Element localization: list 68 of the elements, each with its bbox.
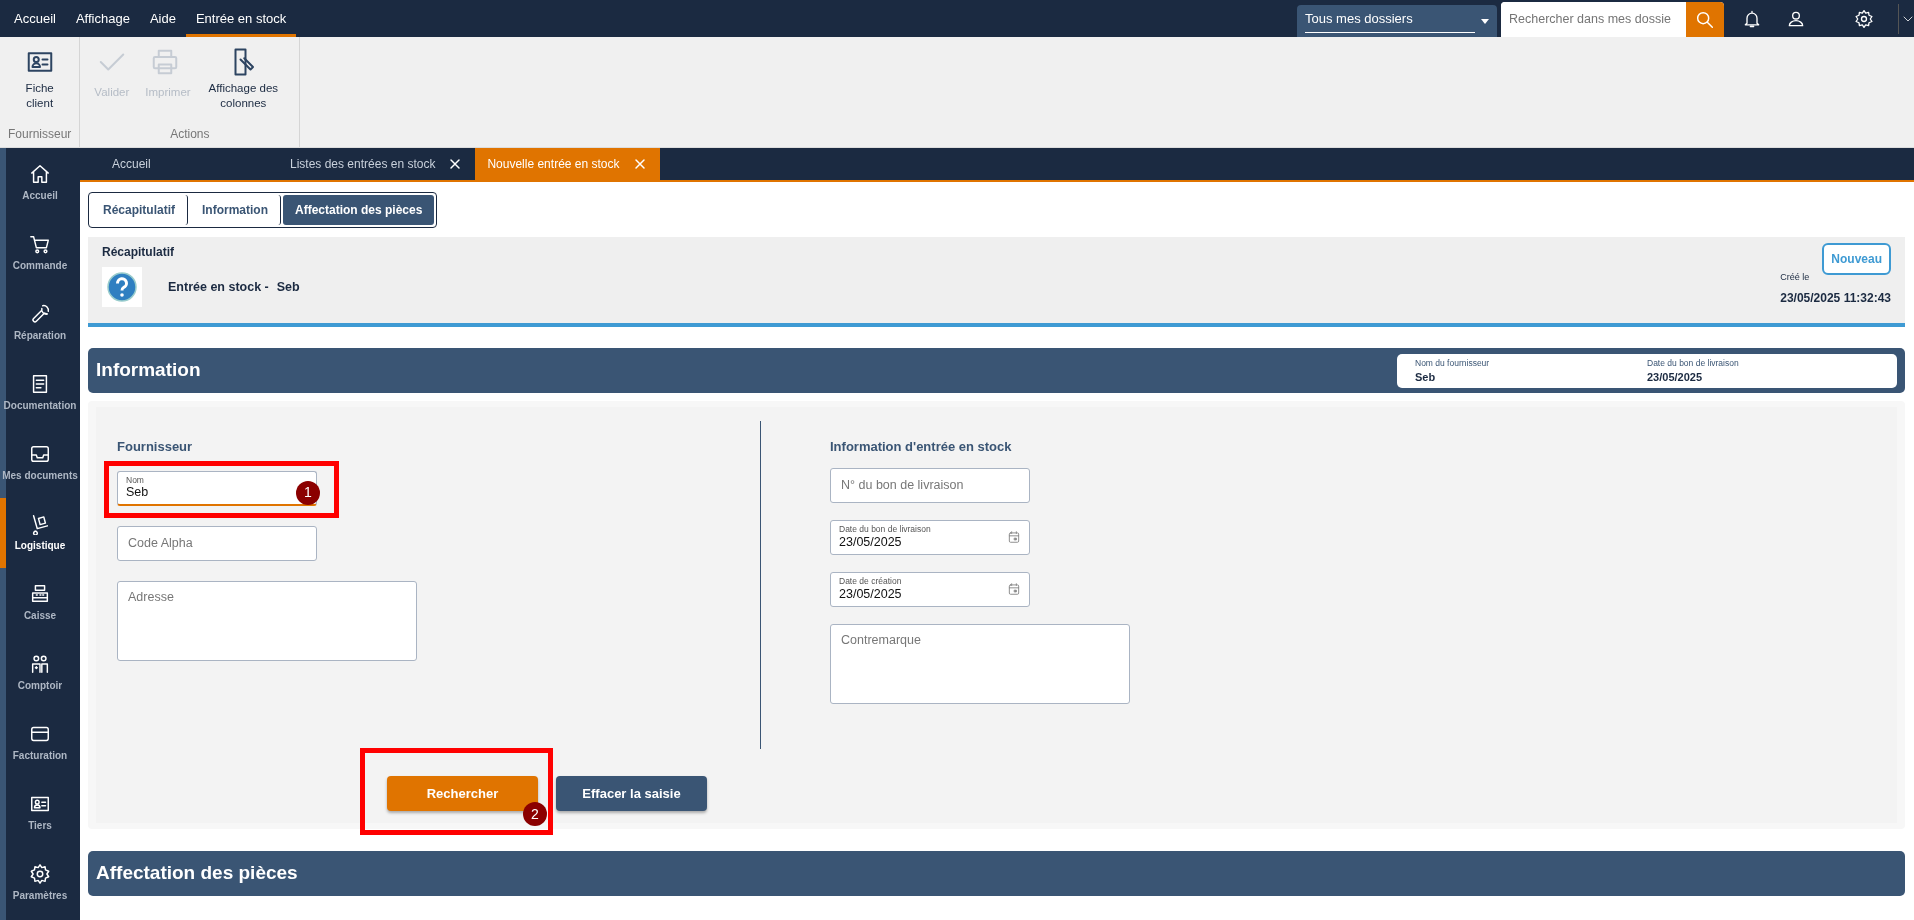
bell-icon xyxy=(1742,8,1762,29)
sidebar-item[interactable]: Réparation xyxy=(0,288,80,358)
sidebar-item[interactable]: Commande xyxy=(0,218,80,288)
menu-item[interactable]: Accueil xyxy=(4,0,66,37)
search-box[interactable]: Rechercher dans mes dossie xyxy=(1501,2,1724,37)
sidebar-item[interactable]: Accueil xyxy=(0,148,80,218)
text-area[interactable]: Adresse xyxy=(117,580,417,661)
notification-button[interactable] xyxy=(1742,8,1762,29)
step-badge: 2 xyxy=(523,802,547,826)
entry-name: Seb xyxy=(276,278,300,296)
group-label: Actions xyxy=(170,126,210,143)
calendar-icon xyxy=(1007,530,1021,544)
value-input[interactable]: 23/05/2025 xyxy=(839,586,959,601)
section-tab[interactable]: Affectation des pièces xyxy=(283,195,435,225)
calendar-icon xyxy=(1007,582,1021,596)
column-title: Fournisseur xyxy=(117,438,194,456)
input-field[interactable]: N° du bon de livraison xyxy=(830,467,1030,503)
folder-dropdown[interactable]: Tous mes dossiers xyxy=(1297,5,1497,37)
entry-label: Entrée en stock - xyxy=(168,278,269,296)
inbox-icon xyxy=(29,443,51,465)
cash-register-icon xyxy=(29,583,51,605)
date-field[interactable]: Date de création 23/05/2025 xyxy=(830,571,1030,607)
sidebar-item[interactable]: Facturation xyxy=(0,708,80,778)
menu-item[interactable]: Aide xyxy=(139,0,186,37)
document-tab[interactable]: Listes des entrées en stock xyxy=(258,148,476,180)
home-icon xyxy=(29,163,51,185)
close-icon xyxy=(449,158,462,170)
cart-icon xyxy=(29,233,51,255)
section-title: Information xyxy=(96,359,201,382)
menu-item[interactable]: Affichage xyxy=(65,0,140,37)
ribbon-button[interactable]: Fiche client xyxy=(13,43,66,125)
caret-icon xyxy=(1481,18,1489,24)
sidebar-item[interactable]: Tiers xyxy=(0,778,80,848)
sidebar-item[interactable]: Logistique xyxy=(0,498,80,568)
document-tab[interactable]: Accueil xyxy=(80,148,258,180)
sidebar-item[interactable]: Caisse xyxy=(0,568,80,638)
people-icon xyxy=(29,653,51,675)
value-input[interactable]: 23/05/2025 xyxy=(839,534,959,549)
help-icon xyxy=(107,272,137,302)
group-label: Fournisseur xyxy=(8,126,72,143)
section-title: Affectation des pièces xyxy=(96,862,298,885)
value-input[interactable]: Seb xyxy=(126,485,246,500)
created-date: 23/05/2025 11:32:43 xyxy=(1780,290,1891,307)
info-label: Nom du fournisseur xyxy=(1415,356,1491,370)
wrench-icon xyxy=(29,303,51,325)
input-field[interactable]: Code Alpha xyxy=(117,525,317,561)
sidebar-item[interactable]: Comptoir xyxy=(0,638,80,708)
search-button[interactable] xyxy=(1686,2,1724,37)
clear-button[interactable]: Effacer la saisie xyxy=(556,776,707,811)
summary-title: Récapitulatif xyxy=(102,244,174,261)
close-icon xyxy=(633,158,646,170)
sidebar-item[interactable]: Mes documents xyxy=(0,428,80,498)
sidebar-item[interactable]: Documentation xyxy=(0,358,80,428)
info-value: 23/05/2025 xyxy=(1647,370,1704,386)
section-tab[interactable]: Information xyxy=(190,195,281,225)
close-button[interactable] xyxy=(449,158,462,170)
settings-icon xyxy=(29,863,51,885)
created-label: Créé le xyxy=(1780,270,1811,284)
info-value: Seb xyxy=(1415,370,1437,386)
section-tab[interactable]: Récapitulatif xyxy=(91,195,188,225)
column-title: Information d'entrée en stock xyxy=(830,438,1013,456)
settings-icon xyxy=(1854,8,1874,29)
date-field[interactable]: Date du bon de livraison 23/05/2025 xyxy=(830,519,1030,555)
ribbon-button[interactable]: Affichage des colonnes xyxy=(195,43,292,125)
settings-button[interactable] xyxy=(1854,8,1874,29)
info-label: Date du bon de livraison xyxy=(1647,356,1740,370)
sidebar-item[interactable]: Paramètres xyxy=(0,848,80,918)
text-area[interactable]: Contremarque xyxy=(830,623,1130,704)
